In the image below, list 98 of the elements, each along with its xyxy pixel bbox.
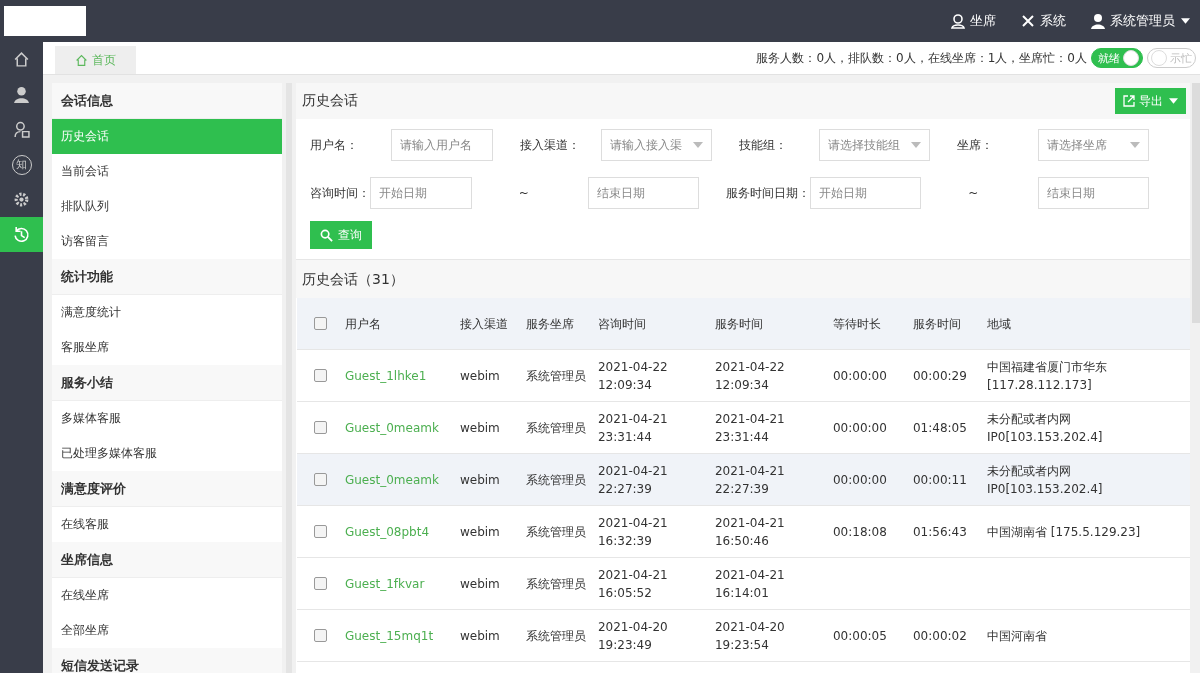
panel-title: 历史会话 [301, 92, 358, 110]
export-icon [1123, 95, 1135, 107]
user-card-icon [13, 121, 30, 138]
row-checkbox[interactable] [314, 421, 328, 434]
input-field[interactable]: 开始日期 [369, 177, 472, 209]
menu-group-header[interactable]: 服务小结 [52, 365, 282, 401]
home-icon [75, 53, 88, 67]
field-label: 坐席： [957, 136, 995, 154]
table-cell: 00:00:00 [832, 368, 887, 383]
menu-group-header[interactable]: 满意度评价 [52, 471, 282, 507]
table-cell: 00:00:05 [832, 628, 887, 643]
table-cell: 系统管理员 [525, 576, 586, 591]
menu-group-header[interactable]: 坐席信息 [52, 542, 282, 578]
table-cell: webim [459, 524, 500, 539]
topbar-link[interactable]: 坐席 [950, 12, 996, 30]
field-label: 服务时间日期： [726, 184, 811, 202]
table-cell: webim [459, 472, 500, 487]
row-checkbox[interactable] [314, 473, 328, 486]
column-header: 用户名 [344, 316, 381, 331]
dropdown-arrow-icon [692, 142, 703, 148]
select-field[interactable]: 请输入接入渠 [600, 129, 712, 161]
search-icon [319, 228, 333, 242]
input-field[interactable]: 结束日期 [588, 177, 700, 209]
table-cell: 2021-04-21 23:31:44 [714, 411, 785, 444]
table-cell: 系统管理员 [525, 472, 586, 487]
rail-item[interactable]: 知 [0, 147, 43, 182]
table-cell: 2021-04-21 22:27:39 [714, 463, 785, 496]
caret-icon [1169, 98, 1178, 104]
row-checkbox[interactable] [314, 369, 328, 382]
input-field[interactable]: 结束日期 [1038, 177, 1149, 209]
table-cell: 00:00:11 [912, 472, 967, 487]
table-cell: 2021-04-20 19:23:54 [714, 619, 785, 652]
field-label: 咨询时间： [309, 184, 370, 202]
table-cell: webim [459, 420, 500, 435]
field-label: 技能组： [738, 136, 788, 154]
table-cell: 00:18:08 [832, 524, 887, 539]
table-cell: 2021-04-21 16:14:01 [714, 567, 785, 600]
row-checkbox[interactable] [314, 629, 328, 642]
column-header: 等待时长 [832, 316, 881, 331]
menu-group-header[interactable]: 会话信息 [52, 83, 282, 119]
table-cell: webim [459, 576, 500, 591]
table-cell: 2021-04-22 12:09:34 [597, 359, 668, 392]
table-cell: 中国湖南省 [175.5.129.23] [986, 524, 1141, 539]
topbar-link[interactable]: 系统管理员 [1090, 12, 1190, 30]
table-cell: 2021-04-20 19:23:49 [597, 619, 668, 652]
menu-group-header[interactable]: 短信发送记录 [52, 648, 282, 673]
user-icon [13, 86, 30, 103]
table-cell: webim [459, 368, 500, 383]
dropdown-arrow-icon [1130, 142, 1141, 148]
select-field[interactable]: 请选择坐席 [1038, 129, 1150, 161]
menu-group-header[interactable]: 统计功能 [52, 259, 282, 295]
field-label: 接入渠道： [519, 136, 581, 154]
table-cell: 未分配或者内网 IP0[103.153.202.4] [986, 411, 1103, 444]
select-field[interactable]: 请选择技能组 [819, 129, 931, 161]
table-cell: 系统管理员 [525, 524, 586, 539]
table-cell: 2021-04-21 22:27:39 [597, 463, 668, 496]
table-cell: 00:00:00 [832, 420, 887, 435]
headset-icon [950, 13, 966, 29]
user-icon [1090, 13, 1106, 29]
dropdown-arrow-icon [911, 142, 922, 148]
table-cell: 00:00:02 [912, 628, 967, 643]
table-cell: 2021-04-21 16:32:39 [597, 515, 668, 548]
table-cell: 2021-04-22 12:09:34 [714, 359, 785, 392]
row-checkbox[interactable] [314, 577, 328, 590]
table-cell: 中国河南省 [986, 628, 1047, 643]
service-stats: 服务人数：0人，排队数：0人，在线坐席：1人，坐席忙：0人 [756, 49, 1087, 67]
column-header: 服务时间 [912, 316, 961, 331]
field-label: ~ [517, 186, 530, 200]
column-header: 服务时间 [714, 316, 763, 331]
field-label: ~ [967, 186, 980, 200]
table-cell: 00:00:29 [912, 368, 967, 383]
table-cell: 系统管理员 [525, 368, 586, 383]
column-header: 服务坐席 [525, 316, 574, 331]
history-icon [13, 226, 30, 243]
home-icon [13, 51, 30, 68]
table-cell: 2021-04-21 16:50:46 [714, 515, 785, 548]
table-cell: 2021-04-21 23:31:44 [597, 411, 668, 444]
table-cell: webim [459, 628, 500, 643]
table-title: 历史会话（31） [295, 260, 1190, 298]
table-cell: 系统管理员 [525, 628, 586, 643]
table-cell: 未分配或者内网 IP0[103.153.202.4] [986, 463, 1103, 496]
table-cell: 00:00:00 [832, 472, 887, 487]
settings-icon [13, 191, 30, 208]
column-header: 地域 [986, 316, 1011, 331]
input-field[interactable]: 开始日期 [810, 177, 922, 209]
input-field[interactable]: 请输入用户名 [390, 129, 493, 161]
table-cell: 中国福建省厦门市华东 [117.28.112.173] [986, 359, 1107, 392]
table-cell: 01:56:43 [912, 524, 967, 539]
caret-icon [1181, 18, 1190, 24]
topbar-link[interactable]: 系统 [1020, 12, 1066, 30]
row-checkbox[interactable] [314, 525, 328, 538]
table-cell: 系统管理员 [525, 420, 586, 435]
table-cell: 2021-04-21 16:05:52 [597, 567, 668, 600]
select-all-checkbox[interactable] [314, 317, 328, 330]
column-header: 接入渠道 [459, 316, 508, 331]
field-label: 用户名： [309, 136, 359, 154]
table-cell: 01:48:05 [912, 420, 967, 435]
column-header: 咨询时间 [597, 316, 646, 331]
